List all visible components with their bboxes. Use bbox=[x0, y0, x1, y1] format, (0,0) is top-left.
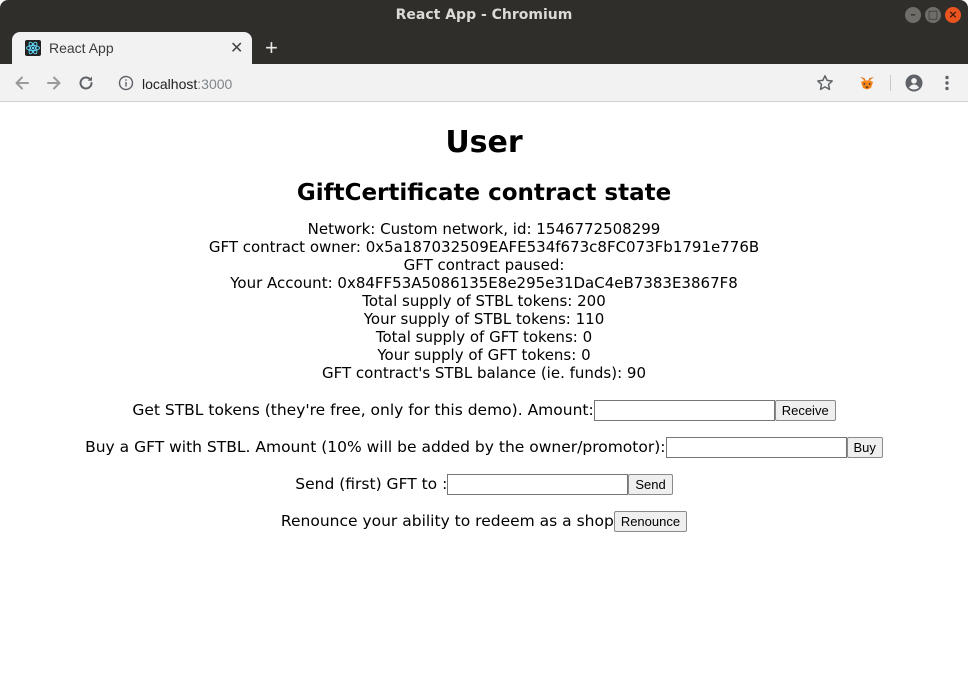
kebab-menu-icon[interactable] bbox=[937, 73, 957, 93]
tab-strip: React App ✕ + bbox=[0, 30, 968, 64]
renounce-button[interactable]: Renounce bbox=[613, 511, 688, 532]
address-bar[interactable]: localhost:3000 bbox=[108, 68, 808, 98]
forward-arrow-icon[interactable] bbox=[44, 73, 64, 93]
toolbar-separator bbox=[890, 75, 891, 91]
url-text[interactable]: localhost:3000 bbox=[142, 76, 232, 92]
window-title: React App - Chromium bbox=[395, 7, 573, 23]
info-icon[interactable] bbox=[118, 75, 134, 91]
tab-react-app[interactable]: React App ✕ bbox=[12, 32, 252, 64]
page-subheading: GiftCertificate contract state bbox=[296, 180, 672, 206]
renounce-label: Renounce your ability to redeem as a sho… bbox=[280, 512, 614, 530]
account-line: Your Account: 0x84FF53A5086135E8e295e31D… bbox=[230, 274, 738, 292]
contract-balance-line: GFT contract's STBL balance (ie. funds):… bbox=[321, 364, 647, 382]
close-window-button[interactable]: × bbox=[945, 7, 961, 23]
window-titlebar: React App - Chromium – □ × bbox=[0, 0, 968, 30]
total-gft-line: Total supply of GFT tokens: 0 bbox=[375, 328, 593, 346]
back-arrow-icon[interactable] bbox=[12, 73, 32, 93]
react-logo-icon bbox=[25, 40, 41, 56]
renounce-form: Renounce your ability to redeem as a sho… bbox=[0, 510, 968, 532]
your-gft-line: Your supply of GFT tokens: 0 bbox=[377, 346, 591, 364]
network-line: Network: Custom network, id: 15467725082… bbox=[307, 220, 661, 238]
contract-state: Network: Custom network, id: 15467725082… bbox=[0, 220, 968, 382]
reload-icon[interactable] bbox=[76, 73, 96, 93]
tab-title: React App bbox=[49, 40, 114, 56]
buy-gft-label: Buy a GFT with STBL. Amount (10% will be… bbox=[85, 438, 666, 456]
url-port: :3000 bbox=[197, 76, 233, 92]
minimize-button[interactable]: – bbox=[905, 7, 921, 23]
page-content: User GiftCertificate contract state Netw… bbox=[0, 102, 968, 685]
send-button[interactable]: Send bbox=[628, 474, 673, 495]
get-stbl-form: Get STBL tokens (they're free, only for … bbox=[0, 399, 968, 421]
get-stbl-amount-input[interactable] bbox=[593, 400, 775, 421]
get-stbl-label: Get STBL tokens (they're free, only for … bbox=[132, 401, 594, 419]
metamask-fox-icon[interactable] bbox=[857, 73, 877, 93]
receive-button[interactable]: Receive bbox=[774, 400, 836, 421]
page-heading: User bbox=[445, 125, 523, 160]
owner-line: GFT contract owner: 0x5a187032509EAFE534… bbox=[208, 238, 760, 256]
total-stbl-line: Total supply of STBL tokens: 200 bbox=[362, 292, 606, 310]
send-gft-address-input[interactable] bbox=[447, 474, 629, 495]
buy-gft-form: Buy a GFT with STBL. Amount (10% will be… bbox=[0, 436, 968, 458]
send-gft-form: Send (first) GFT to : Send bbox=[0, 473, 968, 495]
browser-toolbar: localhost:3000 bbox=[0, 64, 968, 102]
buy-gft-amount-input[interactable] bbox=[665, 437, 847, 458]
new-tab-button[interactable]: + bbox=[265, 35, 278, 61]
your-stbl-line: Your supply of STBL tokens: 110 bbox=[363, 310, 605, 328]
buy-button[interactable]: Buy bbox=[846, 437, 883, 458]
send-gft-label: Send (first) GFT to : bbox=[295, 475, 448, 493]
star-icon[interactable] bbox=[815, 73, 835, 93]
url-host: localhost bbox=[142, 76, 198, 92]
paused-line: GFT contract paused: bbox=[403, 256, 565, 274]
account-circle-icon[interactable] bbox=[904, 73, 924, 93]
tab-close-icon[interactable]: ✕ bbox=[230, 38, 243, 57]
maximize-button[interactable]: □ bbox=[925, 7, 941, 23]
